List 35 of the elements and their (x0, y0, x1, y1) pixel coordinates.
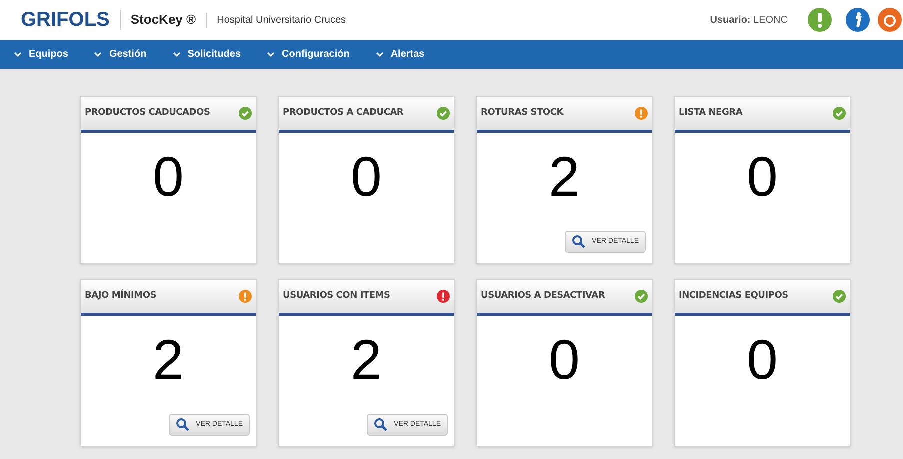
nav-menu-item[interactable]: Alertas (376, 47, 425, 62)
count-value: 0 (152, 149, 184, 205)
card-title: INCIDENCIAS EQUIPOS (679, 290, 788, 303)
count-value: 0 (350, 149, 382, 205)
nav-menu-item[interactable]: Equipos (14, 47, 68, 62)
alert-icon[interactable] (808, 8, 832, 32)
card-title: ROTURAS STOCK (481, 106, 564, 120)
nav-menu-item[interactable]: Configuración (267, 47, 350, 62)
chevron-down-icon (14, 52, 22, 58)
card-title: BAJO MÍNIMOS (85, 290, 157, 303)
card-title: USUARIOS CON ITEMS (283, 290, 390, 303)
search-icon (572, 235, 586, 249)
card-title: LISTA NEGRA (679, 106, 743, 120)
count-value: 2 (350, 332, 382, 388)
card-title: PRODUCTOS A CADUCAR (283, 106, 404, 120)
chevron-down-icon (172, 52, 181, 58)
product-name: StocKey ® (120, 10, 196, 30)
search-icon (374, 418, 388, 432)
nav-menu-item[interactable]: Solicitudes (172, 47, 242, 62)
count-value: 0 (746, 149, 778, 205)
nav-menu-item[interactable]: Gestión (94, 47, 147, 62)
chevron-down-icon (267, 52, 276, 58)
count-value: 0 (746, 332, 778, 388)
brand-logo: GRIFOLS (21, 8, 110, 33)
card-title: USUARIOS A DESACTIVAR (481, 290, 606, 303)
hospital-name: Hospital Universitario Cruces (206, 12, 346, 28)
count-value: 2 (548, 149, 580, 205)
user-label: Usuario: LEONC (710, 14, 788, 28)
chevron-down-icon (376, 52, 384, 58)
count-value: 2 (152, 332, 184, 388)
count-value: 0 (548, 332, 580, 388)
chevron-down-icon (94, 52, 102, 58)
search-icon (176, 418, 190, 432)
card-title: PRODUCTOS CADUCADOS (85, 106, 210, 120)
info-icon[interactable] (846, 8, 870, 32)
